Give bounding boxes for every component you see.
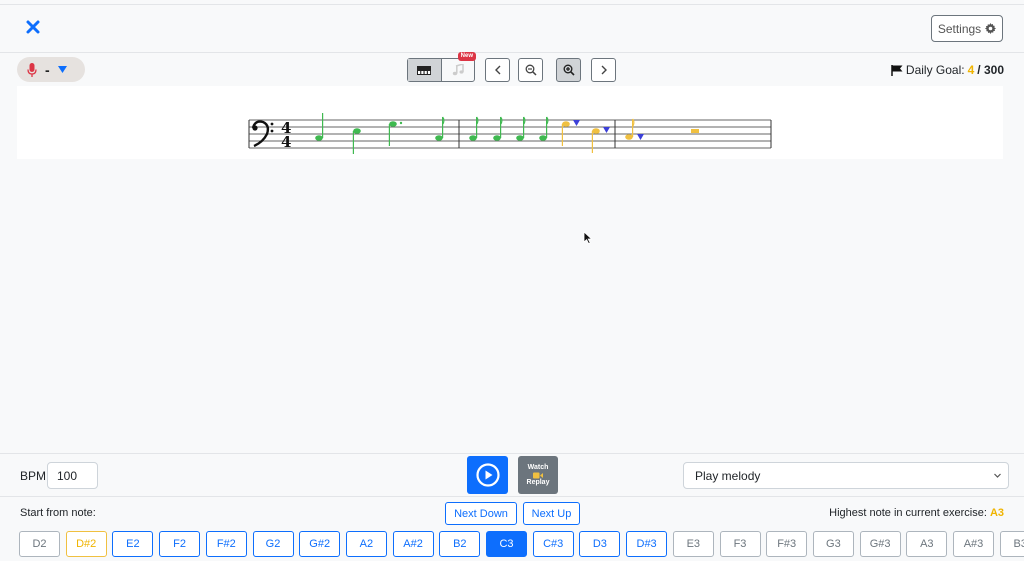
previous-button[interactable] bbox=[485, 58, 510, 82]
close-button[interactable] bbox=[24, 18, 42, 36]
mic-value: - bbox=[45, 61, 50, 78]
bpm-input[interactable]: 100 bbox=[47, 462, 98, 489]
daily-goal-current: 4 bbox=[967, 63, 975, 77]
settings-button[interactable]: Settings bbox=[931, 15, 1003, 42]
note-5 bbox=[469, 116, 479, 141]
zoom-in-icon bbox=[563, 64, 575, 76]
mode-select-value: Play melody bbox=[695, 468, 761, 483]
note-button[interactable]: E3 bbox=[672, 531, 714, 557]
bpm-label: BPM bbox=[20, 469, 47, 483]
note-6 bbox=[493, 116, 503, 141]
note-button[interactable]: D#2 bbox=[65, 531, 107, 557]
notes-divider bbox=[0, 496, 1024, 497]
music-note-icon bbox=[452, 64, 464, 76]
note-button[interactable]: F#2 bbox=[205, 531, 247, 557]
controls-divider bbox=[0, 453, 1024, 454]
settings-label: Settings bbox=[937, 21, 982, 36]
camera-icon bbox=[533, 472, 543, 478]
rest bbox=[691, 129, 699, 133]
note-button[interactable]: B2 bbox=[439, 531, 481, 557]
replay-label: Replay bbox=[526, 478, 550, 486]
close-icon bbox=[26, 20, 40, 34]
note-button[interactable]: D3 bbox=[579, 531, 621, 557]
note-8 bbox=[539, 116, 549, 141]
note-4 bbox=[435, 116, 445, 141]
watch-label: Watch bbox=[527, 463, 549, 471]
note-11 bbox=[625, 118, 635, 140]
start-from-note-label: Start from note: bbox=[20, 507, 96, 519]
piano-icon bbox=[417, 65, 432, 75]
chevron-left-icon bbox=[494, 65, 500, 75]
zoom-out-button[interactable] bbox=[518, 58, 543, 82]
note-selector-row: D2 D#2 E2 F2 F#2 G2 G#2 A2 A#2 B2 C3 C#3 D3 D#3 E3 F3 F#… bbox=[19, 531, 1024, 557]
svg-text:4: 4 bbox=[281, 133, 291, 151]
highest-note-label: Highest note in current exercise: bbox=[829, 507, 987, 519]
zoom-out-icon bbox=[525, 64, 537, 76]
flag-icon bbox=[891, 64, 903, 76]
note-button[interactable]: B3 bbox=[999, 531, 1024, 557]
caret-down-icon bbox=[57, 65, 67, 73]
microphone-icon bbox=[27, 62, 37, 77]
note-button[interactable]: A#3 bbox=[953, 531, 994, 557]
gear-icon bbox=[985, 23, 997, 34]
microphone-selector[interactable]: - bbox=[17, 57, 85, 82]
chevron-right-icon bbox=[601, 65, 607, 75]
note-button[interactable]: F#3 bbox=[766, 531, 808, 557]
top-divider bbox=[0, 4, 1024, 5]
daily-goal-label: Daily Goal: bbox=[905, 63, 965, 77]
sheet-view-button[interactable]: New bbox=[440, 52, 476, 81]
staff-lines bbox=[248, 119, 772, 149]
time-signature: 4 4 bbox=[281, 119, 291, 151]
note-button[interactable]: C3 bbox=[486, 531, 527, 557]
play-icon bbox=[475, 463, 500, 487]
note-button[interactable]: G3 bbox=[812, 531, 854, 557]
next-down-button[interactable]: Next Down bbox=[445, 502, 517, 525]
daily-goal-total: / 300 bbox=[977, 63, 1004, 77]
piano-view-button[interactable] bbox=[408, 59, 441, 81]
note-button[interactable]: C#3 bbox=[532, 531, 574, 557]
next-up-button[interactable]: Next Up bbox=[523, 502, 580, 525]
daily-goal: Daily Goal: 4 / 300 bbox=[891, 63, 1004, 77]
new-badge: New bbox=[457, 52, 476, 61]
note-button[interactable]: D2 bbox=[19, 531, 60, 557]
note-button[interactable]: G#3 bbox=[859, 531, 901, 557]
sheet-music-score: 4 4 bbox=[17, 86, 1003, 159]
note-button[interactable]: F2 bbox=[159, 531, 201, 557]
note-button[interactable]: A2 bbox=[345, 531, 387, 557]
mouse-cursor bbox=[583, 231, 593, 245]
highest-note-info: Highest note in current exercise: A3 bbox=[829, 507, 1004, 519]
chevron-down-icon bbox=[994, 473, 1001, 478]
next-button[interactable] bbox=[591, 58, 616, 82]
note-button[interactable]: A#2 bbox=[392, 531, 434, 557]
zoom-in-button[interactable] bbox=[556, 58, 581, 82]
mode-select[interactable]: Play melody bbox=[683, 462, 1009, 489]
highest-note-value: A3 bbox=[989, 507, 1004, 519]
note-button[interactable]: A3 bbox=[906, 531, 948, 557]
pitch-marker-3 bbox=[637, 134, 644, 140]
pitch-marker-1 bbox=[573, 120, 580, 126]
staff-svg: 4 4 bbox=[248, 113, 772, 154]
view-mode-toggle: New bbox=[407, 52, 476, 82]
note-button[interactable]: D#3 bbox=[626, 531, 668, 557]
header-divider bbox=[0, 52, 1024, 53]
note-button[interactable]: G2 bbox=[252, 531, 294, 557]
note-7 bbox=[516, 116, 526, 141]
play-button[interactable] bbox=[467, 456, 508, 494]
note-button[interactable]: G#2 bbox=[299, 531, 341, 557]
pitch-marker-2 bbox=[603, 127, 610, 133]
note-button[interactable]: E2 bbox=[112, 531, 154, 557]
watch-replay-button[interactable]: Watch Replay bbox=[518, 456, 558, 494]
note-button[interactable]: F3 bbox=[719, 531, 761, 557]
